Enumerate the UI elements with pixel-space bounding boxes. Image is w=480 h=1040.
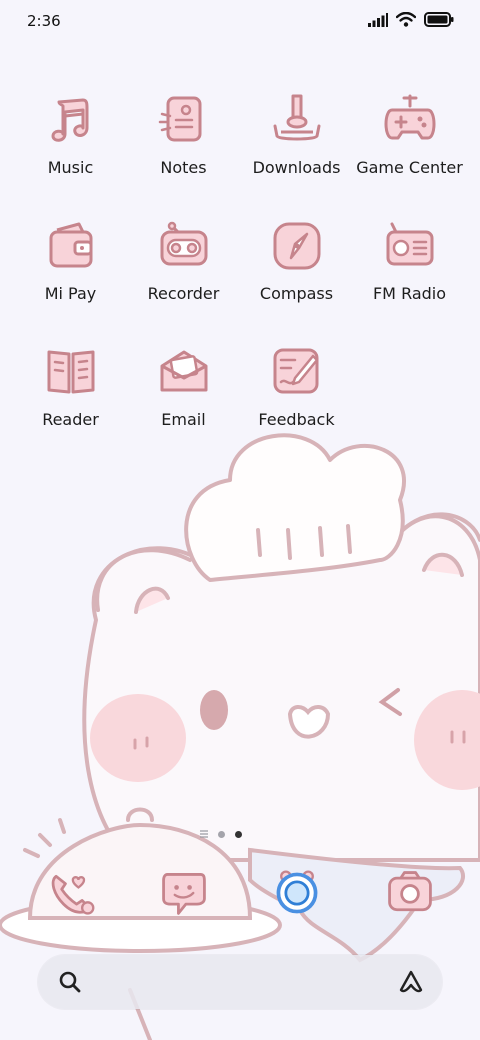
book-icon <box>47 350 94 394</box>
page-list-icon <box>200 830 208 838</box>
app-reader[interactable]: Reader <box>14 344 127 429</box>
app-label: Email <box>161 410 206 429</box>
status-icons <box>368 12 454 27</box>
app-feedback[interactable]: Feedback <box>240 344 353 429</box>
search-icon[interactable] <box>58 970 82 994</box>
downloads-icon <box>273 94 320 141</box>
camera-icon <box>387 871 432 912</box>
status-time: 2:36 <box>27 12 61 30</box>
messages-icon <box>161 873 206 915</box>
notes-icon <box>158 96 201 142</box>
app-email[interactable]: Email <box>127 344 240 429</box>
search-bar[interactable] <box>38 955 442 1009</box>
radio-icon <box>386 222 433 266</box>
app-notes[interactable]: Notes <box>127 92 240 177</box>
phone-icon <box>51 874 94 915</box>
recorder-icon <box>160 221 207 266</box>
signal-icon <box>368 12 388 27</box>
wifi-icon <box>396 12 416 27</box>
app-label: Mi Pay <box>44 284 97 303</box>
app-label: Music <box>47 158 94 177</box>
app-label: Feedback <box>258 410 335 429</box>
app-label: Game Center <box>356 158 463 177</box>
app-mi-pay[interactable]: Mi Pay <box>14 218 127 303</box>
app-music[interactable]: Music <box>14 92 127 177</box>
app-downloads[interactable]: Downloads <box>240 92 353 177</box>
page-indicator[interactable] <box>200 830 242 838</box>
wallet-icon <box>49 222 92 268</box>
feedback-icon <box>273 348 318 394</box>
app-label: Compass <box>259 284 334 303</box>
dock-phone[interactable] <box>14 867 127 919</box>
compass-icon <box>273 222 320 270</box>
music-icon <box>51 98 88 142</box>
app-game-center[interactable]: Game Center <box>353 92 466 177</box>
app-label: Notes <box>160 158 207 177</box>
app-label: Recorder <box>147 284 220 303</box>
app-label: FM Radio <box>372 284 447 303</box>
browser-icon <box>276 870 317 914</box>
status-bar: 2:36 <box>0 0 480 44</box>
page-dot <box>218 830 225 838</box>
assistant-icon[interactable] <box>398 969 424 995</box>
dock <box>0 862 480 932</box>
dock-browser[interactable] <box>240 867 353 919</box>
app-label: Reader <box>42 410 99 429</box>
dock-camera[interactable] <box>353 867 466 919</box>
gamepad-icon <box>384 94 435 140</box>
mail-icon <box>160 350 207 392</box>
app-fm-radio[interactable]: FM Radio <box>353 218 466 303</box>
app-label: Downloads <box>252 158 341 177</box>
app-recorder[interactable]: Recorder <box>127 218 240 303</box>
dock-messages[interactable] <box>127 867 240 919</box>
battery-icon <box>424 12 454 27</box>
page-dot-active <box>235 830 242 838</box>
app-compass[interactable]: Compass <box>240 218 353 303</box>
